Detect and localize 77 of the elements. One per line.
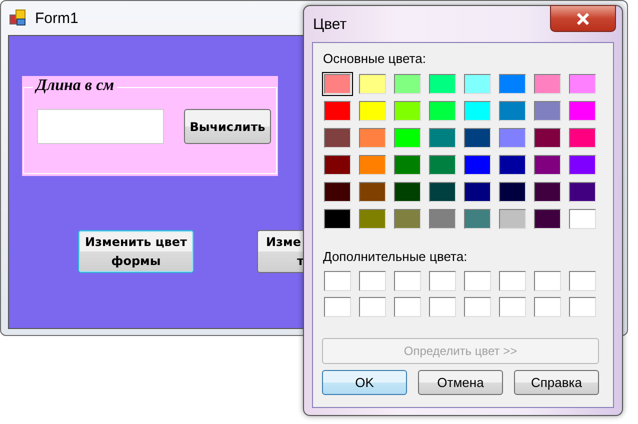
color-swatch[interactable] <box>392 72 423 96</box>
custom-color-swatch[interactable] <box>427 295 458 319</box>
color-swatch[interactable] <box>532 180 563 204</box>
color-swatch[interactable] <box>392 153 423 177</box>
basic-colors-label: Основные цвета: <box>323 51 427 67</box>
close-icon <box>576 12 590 24</box>
custom-color-swatch[interactable] <box>427 269 458 293</box>
color-swatch[interactable] <box>567 153 598 177</box>
color-swatch[interactable] <box>322 207 353 231</box>
color-swatch[interactable] <box>357 153 388 177</box>
custom-color-swatch[interactable] <box>567 269 598 293</box>
color-swatch[interactable] <box>532 99 563 123</box>
color-swatch[interactable] <box>567 180 598 204</box>
color-swatch[interactable] <box>567 72 598 96</box>
custom-color-swatch[interactable] <box>532 269 563 293</box>
window-title: Form1 <box>35 10 78 26</box>
color-swatch[interactable] <box>322 99 353 123</box>
custom-color-swatch[interactable] <box>497 269 528 293</box>
color-swatch[interactable] <box>427 126 458 150</box>
ok-button[interactable]: OK <box>322 370 407 395</box>
color-swatch[interactable] <box>357 180 388 204</box>
custom-color-swatch[interactable] <box>392 269 423 293</box>
color-swatch[interactable] <box>497 153 528 177</box>
close-button[interactable] <box>550 5 616 32</box>
color-swatch[interactable] <box>427 153 458 177</box>
color-swatch[interactable] <box>357 99 388 123</box>
color-swatch[interactable] <box>497 207 528 231</box>
color-swatch[interactable] <box>322 72 353 96</box>
color-swatch[interactable] <box>462 153 493 177</box>
color-swatch[interactable] <box>427 72 458 96</box>
custom-color-swatch[interactable] <box>392 295 423 319</box>
color-swatch[interactable] <box>462 207 493 231</box>
color-swatch[interactable] <box>462 180 493 204</box>
color-swatch[interactable] <box>497 180 528 204</box>
custom-color-swatch[interactable] <box>322 295 353 319</box>
custom-color-swatch[interactable] <box>532 295 563 319</box>
cancel-button[interactable]: Отмена <box>418 370 503 395</box>
color-swatch[interactable] <box>497 126 528 150</box>
color-swatch[interactable] <box>392 180 423 204</box>
color-swatch[interactable] <box>322 180 353 204</box>
color-swatch[interactable] <box>567 99 598 123</box>
color-swatch[interactable] <box>567 207 598 231</box>
custom-color-swatch[interactable] <box>357 269 388 293</box>
color-swatch[interactable] <box>532 153 563 177</box>
color-swatch[interactable] <box>392 99 423 123</box>
color-swatch[interactable] <box>532 207 563 231</box>
custom-color-swatch[interactable] <box>322 269 353 293</box>
color-swatch[interactable] <box>357 207 388 231</box>
calculate-button[interactable]: Вычислить <box>184 109 271 144</box>
color-swatch[interactable] <box>462 99 493 123</box>
app-icon <box>9 9 27 27</box>
custom-color-swatch[interactable] <box>462 295 493 319</box>
color-swatch[interactable] <box>462 126 493 150</box>
custom-color-swatch[interactable] <box>462 269 493 293</box>
color-swatch[interactable] <box>357 126 388 150</box>
custom-color-swatch[interactable] <box>497 295 528 319</box>
custom-colors-label: Дополнительные цвета: <box>323 249 468 265</box>
color-swatch[interactable] <box>322 153 353 177</box>
color-swatch[interactable] <box>532 72 563 96</box>
color-swatch[interactable] <box>427 99 458 123</box>
color-swatch[interactable] <box>392 126 423 150</box>
color-swatch[interactable] <box>462 72 493 96</box>
custom-color-swatch[interactable] <box>567 295 598 319</box>
color-swatch[interactable] <box>497 72 528 96</box>
color-swatch[interactable] <box>427 207 458 231</box>
help-button[interactable]: Справка <box>514 370 599 395</box>
color-swatch[interactable] <box>322 126 353 150</box>
color-swatch[interactable] <box>357 72 388 96</box>
color-swatch[interactable] <box>532 126 563 150</box>
color-swatch[interactable] <box>427 180 458 204</box>
input-field[interactable] <box>37 109 164 144</box>
change-color-button[interactable]: Изменить цвет формы <box>78 230 194 273</box>
dialog-title: Цвет <box>313 16 347 32</box>
color-swatch[interactable] <box>497 99 528 123</box>
color-swatch[interactable] <box>392 207 423 231</box>
color-swatch[interactable] <box>567 126 598 150</box>
custom-color-swatch[interactable] <box>357 295 388 319</box>
